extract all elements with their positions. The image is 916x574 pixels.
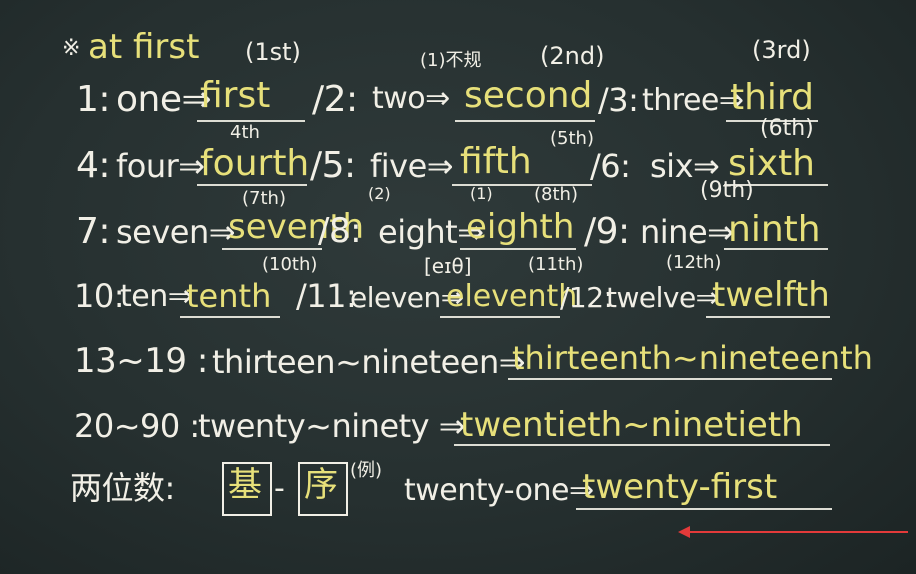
r4c-word: twelve⇒ — [606, 281, 719, 314]
r2c-answer: sixth — [728, 143, 815, 184]
r3-word: seven⇒ — [116, 213, 236, 251]
r3b-answer: eighth — [466, 207, 575, 247]
r2b-word: five⇒ — [370, 147, 454, 185]
red-pointer-arrow-icon — [678, 526, 690, 538]
r7-answer: twenty-first — [582, 467, 778, 507]
r3c-note: (9th) — [700, 178, 754, 203]
r1b-underline — [455, 120, 595, 122]
r1b-note-top: (1)不规 — [420, 50, 482, 71]
r4-word: ten⇒ — [120, 279, 193, 314]
r3b-note: (8th) — [534, 184, 578, 205]
r1-word: one⇒ — [116, 79, 212, 120]
r4c-num: /12: — [560, 281, 613, 314]
r1b-note: (2nd) — [540, 42, 605, 70]
r2-num: 4: — [76, 145, 111, 186]
r2b-answer: fifth — [460, 141, 532, 182]
r4b-num: /11: — [296, 277, 357, 315]
r2b-note: (5th) — [550, 128, 594, 149]
header-title: at first — [88, 27, 200, 67]
r7-box2-text: 序 — [304, 465, 338, 505]
r3c-num: /9: — [584, 211, 630, 252]
r1-answer: first — [200, 75, 271, 116]
r3-num: 7: — [76, 211, 111, 252]
r1b-word: two⇒ — [372, 81, 450, 116]
r1-num: 1: — [76, 79, 111, 120]
r6-answer: twentieth~ninetieth — [460, 405, 803, 445]
r4-num: 10: — [74, 277, 125, 315]
note-mark: ※ — [62, 36, 81, 61]
r5-answer: thirteenth~nineteenth — [512, 339, 873, 377]
r2-note: 4th — [230, 122, 260, 143]
r1c-answer: third — [730, 77, 814, 118]
r3b-note-left: (2) — [368, 184, 391, 203]
r3-note: (7th) — [242, 188, 286, 209]
r7-box1-text: 基 — [228, 465, 262, 505]
r4b-answer: eleventh — [446, 279, 578, 314]
r4b-phonetic: [eɪθ] — [424, 254, 472, 278]
r3b-note-mid: (1) — [470, 184, 493, 203]
r4-underline — [180, 316, 280, 318]
r2-answer: fourth — [200, 143, 310, 184]
r1b-num: /2: — [312, 79, 358, 120]
r1b-answer: second — [464, 75, 593, 116]
r6-num: 20~90 : — [74, 407, 200, 445]
r7-underline — [576, 508, 832, 510]
r3c-word: nine⇒ — [640, 213, 734, 251]
r4c-note: (12th) — [666, 252, 722, 273]
r5-underline — [508, 378, 832, 380]
r4-note: (10th) — [262, 254, 318, 275]
r4b-note: (11th) — [528, 254, 584, 275]
chalkboard: ※ at first (1st) 1: one⇒ first /2: (1)不规… — [0, 0, 916, 574]
r1c-word: three⇒ — [642, 83, 744, 118]
r7-dash: - — [274, 471, 285, 506]
r7-example-mark: (例) — [350, 460, 383, 481]
r2-underline — [197, 184, 307, 186]
r2b-num: /5: — [310, 145, 356, 186]
r5-word: thirteen~nineteen⇒ — [212, 343, 526, 381]
r6-word: twenty~ninety ⇒ — [198, 407, 466, 445]
r2c-num: /6: — [590, 147, 631, 185]
r3c-underline — [724, 248, 828, 250]
r4c-underline — [706, 316, 830, 318]
r5-num: 13~19 : — [74, 341, 208, 381]
r3b-underline — [460, 248, 576, 250]
r7-word: twenty-one⇒ — [404, 473, 594, 508]
r3c-answer: ninth — [728, 209, 821, 250]
r7-label: 两位数: — [70, 469, 175, 507]
pointer-line — [690, 531, 908, 533]
r2-word: four⇒ — [116, 147, 205, 185]
r3-underline — [222, 248, 322, 250]
r3b-num: /8: — [318, 211, 362, 251]
header-note: (1st) — [245, 38, 301, 66]
r6-underline — [454, 444, 830, 446]
r1c-num: /3: — [598, 81, 639, 119]
r4-answer: tenth — [186, 277, 272, 315]
r4c-answer: twelfth — [712, 275, 830, 315]
r1c-note: (3rd) — [752, 36, 811, 64]
r4b-underline — [440, 316, 560, 318]
r2c-note: (6th) — [760, 116, 814, 141]
